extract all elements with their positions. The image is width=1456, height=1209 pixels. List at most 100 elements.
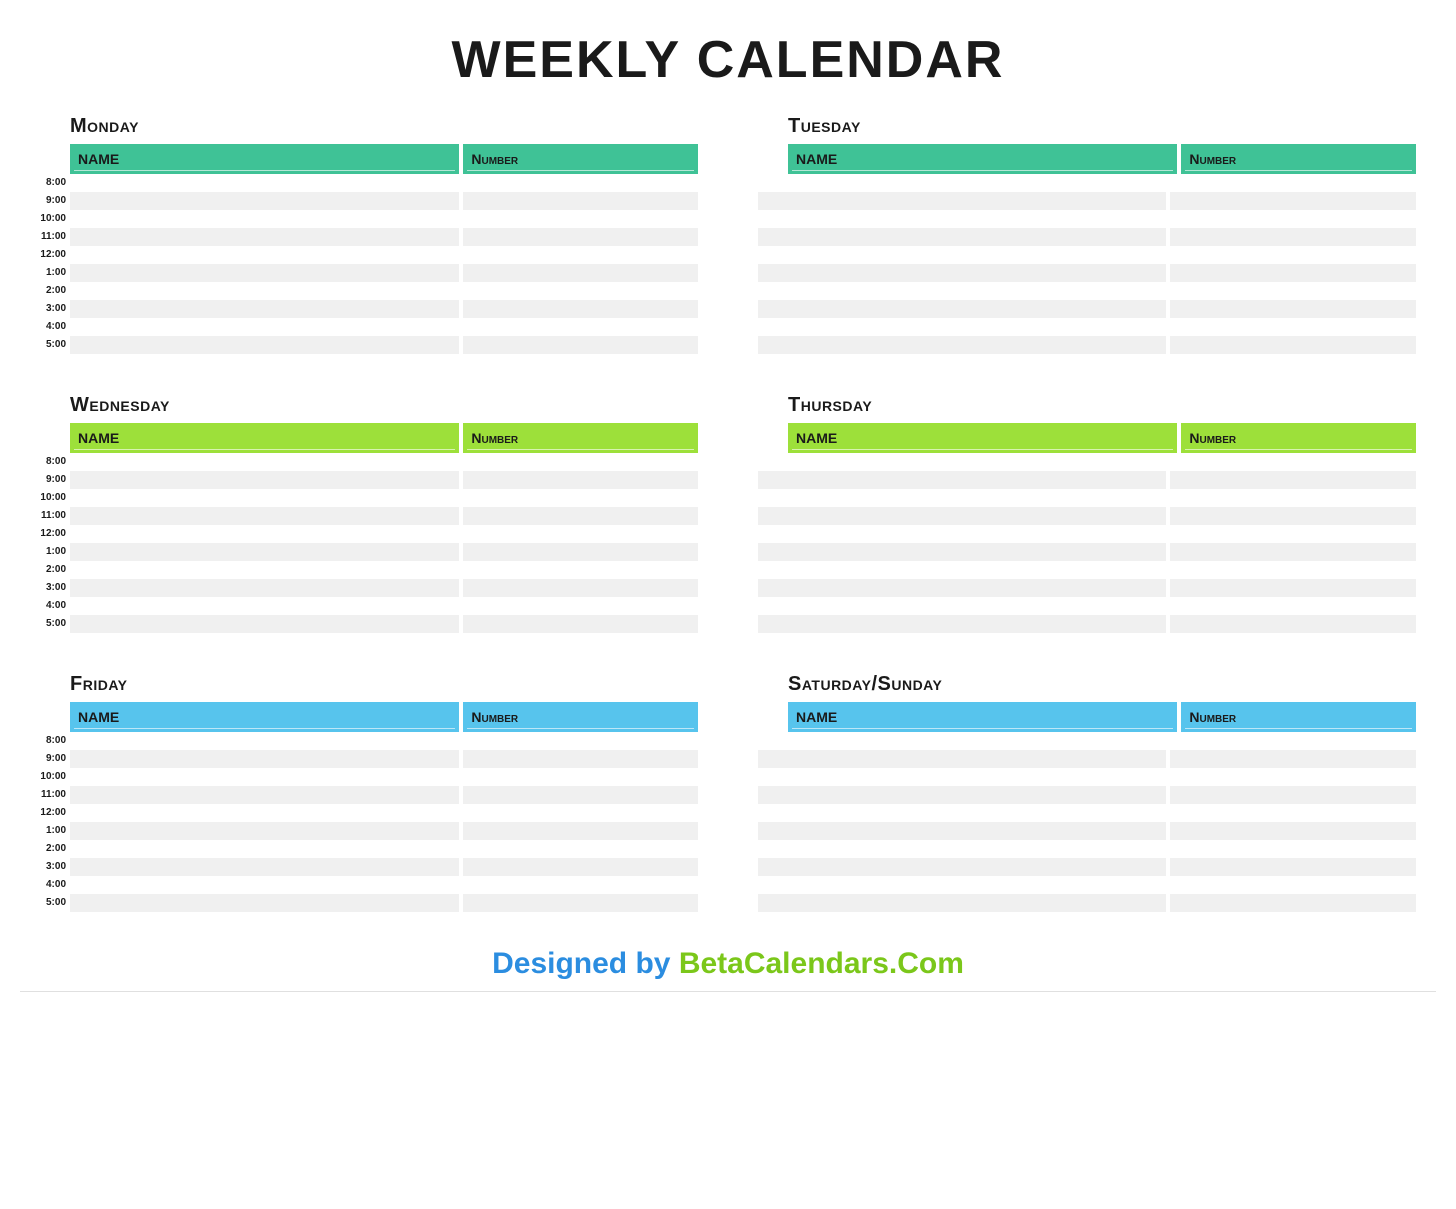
time-label: 1:00 bbox=[40, 822, 70, 840]
time-row bbox=[758, 210, 1416, 228]
time-column: 8:00 9:00 10:00 11:00 12:00 1:00 2:00 3:… bbox=[40, 732, 70, 912]
column-header-name: NAME bbox=[70, 423, 459, 453]
time-row bbox=[70, 615, 698, 633]
day-label: Thursday bbox=[788, 394, 1416, 417]
time-label: 10:00 bbox=[40, 210, 70, 228]
time-label: 11:00 bbox=[40, 786, 70, 804]
time-row bbox=[70, 597, 698, 615]
time-row bbox=[758, 840, 1416, 858]
time-row bbox=[758, 246, 1416, 264]
day-block-thursday: Thursday NAME Number ..... ..... bbox=[758, 394, 1416, 633]
time-label: 12:00 bbox=[40, 804, 70, 822]
time-label: 11:00 bbox=[40, 228, 70, 246]
time-row bbox=[70, 894, 698, 912]
time-row bbox=[758, 489, 1416, 507]
time-row bbox=[70, 822, 698, 840]
time-row bbox=[758, 768, 1416, 786]
column-header-name: NAME bbox=[70, 702, 459, 732]
day-label: Saturday/Sunday bbox=[788, 673, 1416, 696]
time-row bbox=[70, 210, 698, 228]
time-label: 3:00 bbox=[40, 579, 70, 597]
time-row bbox=[758, 597, 1416, 615]
time-row bbox=[758, 282, 1416, 300]
column-header-number: Number bbox=[1181, 702, 1416, 732]
time-label: 3:00 bbox=[40, 858, 70, 876]
time-column: 8:00 9:00 10:00 11:00 12:00 1:00 2:00 3:… bbox=[40, 174, 70, 354]
column-header-number: Number bbox=[1181, 423, 1416, 453]
day-block-monday: Monday NAME Number 8:00 9:00 10:00 11:00… bbox=[40, 115, 698, 354]
time-row bbox=[70, 246, 698, 264]
column-header-number: Number bbox=[463, 702, 698, 732]
page-title: WEEKLY CALENDAR bbox=[20, 30, 1436, 90]
column-header-name: NAME bbox=[788, 423, 1177, 453]
footer-credit: Designed by BetaCalendars.Com bbox=[20, 947, 1436, 992]
day-block-weekend: Saturday/Sunday NAME Number ..... ..... bbox=[758, 673, 1416, 912]
time-row bbox=[758, 876, 1416, 894]
time-row bbox=[758, 174, 1416, 192]
day-label: Monday bbox=[70, 115, 698, 138]
day-label: Wednesday bbox=[70, 394, 698, 417]
time-label: 12:00 bbox=[40, 525, 70, 543]
time-label: 5:00 bbox=[40, 336, 70, 354]
time-row bbox=[758, 894, 1416, 912]
time-row bbox=[758, 192, 1416, 210]
time-label: 9:00 bbox=[40, 192, 70, 210]
time-label: 2:00 bbox=[40, 561, 70, 579]
time-row bbox=[70, 561, 698, 579]
footer-designed-by: Designed by bbox=[492, 947, 679, 980]
time-label: 2:00 bbox=[40, 840, 70, 858]
time-row bbox=[758, 507, 1416, 525]
time-row bbox=[70, 489, 698, 507]
time-label: 4:00 bbox=[40, 597, 70, 615]
time-row bbox=[70, 507, 698, 525]
time-label: 8:00 bbox=[40, 453, 70, 471]
time-row bbox=[70, 174, 698, 192]
column-header-name: NAME bbox=[70, 144, 459, 174]
time-row bbox=[70, 543, 698, 561]
time-label: 3:00 bbox=[40, 300, 70, 318]
time-row bbox=[758, 471, 1416, 489]
time-row bbox=[758, 561, 1416, 579]
time-label: 4:00 bbox=[40, 318, 70, 336]
time-label: 8:00 bbox=[40, 732, 70, 750]
time-row bbox=[70, 192, 698, 210]
time-row bbox=[758, 804, 1416, 822]
time-row bbox=[70, 579, 698, 597]
time-row bbox=[758, 300, 1416, 318]
time-row bbox=[70, 471, 698, 489]
column-header-number: Number bbox=[463, 423, 698, 453]
time-row bbox=[70, 336, 698, 354]
time-row bbox=[758, 732, 1416, 750]
time-label: 11:00 bbox=[40, 507, 70, 525]
day-block-friday: Friday NAME Number 8:00 9:00 10:00 11:00… bbox=[40, 673, 698, 912]
column-header-name: NAME bbox=[788, 702, 1177, 732]
time-row bbox=[758, 543, 1416, 561]
time-row bbox=[758, 228, 1416, 246]
time-label: 9:00 bbox=[40, 471, 70, 489]
time-row bbox=[70, 750, 698, 768]
time-row bbox=[758, 579, 1416, 597]
time-row bbox=[70, 228, 698, 246]
time-row bbox=[70, 525, 698, 543]
time-row bbox=[70, 300, 698, 318]
time-label: 5:00 bbox=[40, 615, 70, 633]
day-block-wednesday: Wednesday NAME Number 8:00 9:00 10:00 11… bbox=[40, 394, 698, 633]
time-row bbox=[70, 804, 698, 822]
time-label: 1:00 bbox=[40, 264, 70, 282]
time-row bbox=[70, 264, 698, 282]
footer-brand: BetaCalendars.Com bbox=[679, 947, 964, 980]
day-label: Friday bbox=[70, 673, 698, 696]
time-label: 9:00 bbox=[40, 750, 70, 768]
time-label: 4:00 bbox=[40, 876, 70, 894]
time-row bbox=[70, 318, 698, 336]
calendar-grid: Monday NAME Number 8:00 9:00 10:00 11:00… bbox=[20, 115, 1436, 912]
time-row bbox=[758, 615, 1416, 633]
time-row bbox=[758, 786, 1416, 804]
time-row bbox=[758, 318, 1416, 336]
time-row bbox=[758, 822, 1416, 840]
time-column: 8:00 9:00 10:00 11:00 12:00 1:00 2:00 3:… bbox=[40, 453, 70, 633]
time-row bbox=[758, 525, 1416, 543]
day-label: Tuesday bbox=[788, 115, 1416, 138]
column-header-number: Number bbox=[463, 144, 698, 174]
time-row bbox=[758, 336, 1416, 354]
